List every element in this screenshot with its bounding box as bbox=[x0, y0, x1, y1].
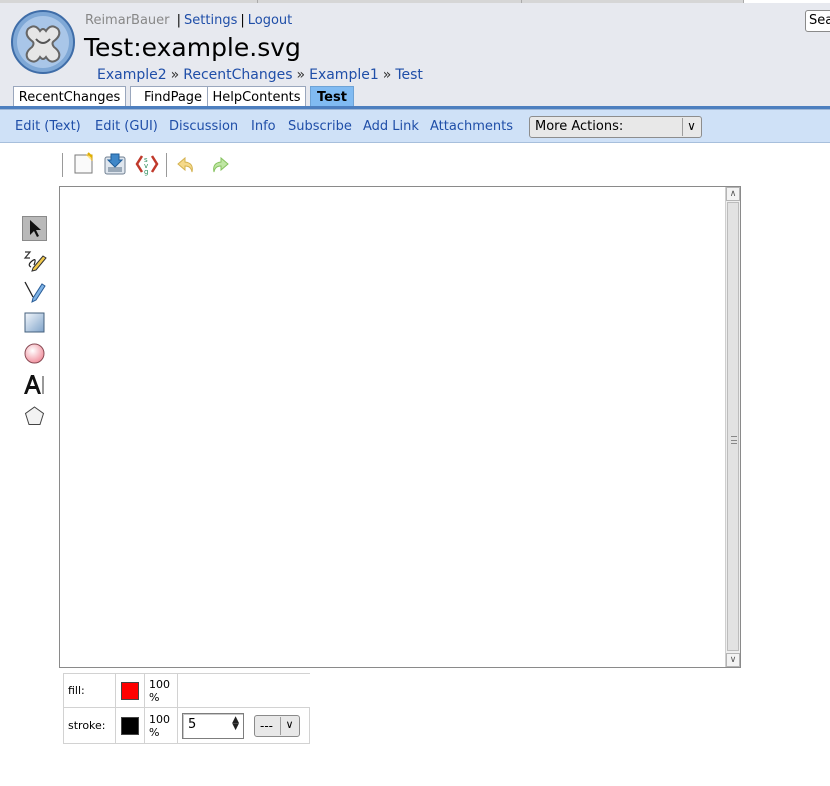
search-input[interactable]: Sea bbox=[805, 10, 830, 32]
chevron-down-icon: ∨ bbox=[280, 716, 298, 735]
scrollbar-grip-icon bbox=[731, 436, 737, 444]
fill-row: fill: 100 % bbox=[63, 673, 310, 708]
fill-empty-cell bbox=[177, 673, 310, 708]
username: ReimarBauer bbox=[85, 13, 170, 28]
stroke-width-value: 5 bbox=[188, 716, 197, 732]
stroke-options-cell: 5 ▲ ▼ --- ∨ bbox=[177, 707, 310, 744]
moin-logo-icon[interactable] bbox=[10, 9, 76, 75]
scroll-down-icon[interactable]: ∨ bbox=[726, 653, 740, 667]
breadcrumb-separator: » bbox=[296, 67, 306, 83]
user-bar-separator: | bbox=[240, 13, 245, 28]
edit-text-link[interactable]: Edit (Text) bbox=[15, 119, 81, 134]
settings-link[interactable]: Settings bbox=[184, 13, 237, 28]
breadcrumb-separator: » bbox=[382, 67, 392, 83]
add-link-link[interactable]: Add Link bbox=[363, 119, 419, 134]
spinner-arrows-icon[interactable]: ▲ ▼ bbox=[232, 715, 239, 731]
stroke-row: stroke: 100 % 5 ▲ ▼ --- ∨ bbox=[63, 707, 310, 744]
subscribe-link[interactable]: Subscribe bbox=[288, 119, 352, 134]
freehand-pencil-icon[interactable] bbox=[22, 247, 47, 272]
stroke-dash-value: --- bbox=[260, 718, 273, 733]
fill-color-swatch[interactable] bbox=[121, 681, 139, 700]
select-tool-icon[interactable] bbox=[22, 216, 47, 241]
new-image-icon[interactable] bbox=[71, 151, 97, 177]
toolbar-divider bbox=[166, 153, 167, 177]
breadcrumb-link[interactable]: Test bbox=[395, 67, 423, 83]
edit-gui-link[interactable]: Edit (GUI) bbox=[95, 119, 158, 134]
stroke-label: stroke: bbox=[63, 707, 116, 744]
polygon-tool-icon[interactable] bbox=[22, 404, 47, 429]
path-pen-icon[interactable] bbox=[22, 278, 47, 303]
ellipse-tool-icon[interactable] bbox=[22, 341, 47, 366]
stroke-dash-select[interactable]: --- ∨ bbox=[254, 714, 300, 737]
info-link[interactable]: Info bbox=[251, 119, 276, 134]
breadcrumb-link[interactable]: Example1 bbox=[309, 67, 379, 83]
fill-swatch-cell bbox=[115, 673, 145, 708]
save-icon[interactable] bbox=[102, 151, 128, 177]
style-palette: fill: 100 % stroke: 100 % 5 ▲ ▼ --- ∨ bbox=[63, 673, 310, 744]
breadcrumb-link[interactable]: RecentChanges bbox=[183, 67, 292, 83]
fill-label: fill: bbox=[63, 673, 116, 708]
page-title: Test:example.svg bbox=[84, 33, 301, 62]
stroke-color-swatch[interactable] bbox=[121, 716, 139, 735]
stroke-opacity[interactable]: 100 % bbox=[144, 707, 178, 744]
more-actions-select[interactable]: More Actions: ∨ bbox=[529, 116, 702, 138]
breadcrumb-link[interactable]: Example2 bbox=[97, 67, 167, 83]
stroke-width-stepper[interactable]: 5 ▲ ▼ bbox=[182, 712, 244, 739]
svg-drawing-canvas[interactable]: ∧ ∨ bbox=[59, 186, 741, 668]
redo-icon[interactable] bbox=[207, 151, 233, 177]
undo-icon[interactable] bbox=[173, 151, 199, 177]
vertical-scrollbar[interactable]: ∧ ∨ bbox=[725, 187, 740, 667]
discussion-link[interactable]: Discussion bbox=[169, 119, 238, 134]
user-bar-separator: | bbox=[176, 13, 182, 28]
scroll-up-icon[interactable]: ∧ bbox=[726, 187, 740, 201]
svg-source-icon[interactable]: s v g bbox=[134, 151, 160, 177]
stroke-swatch-cell bbox=[115, 707, 145, 744]
logout-link[interactable]: Logout bbox=[248, 13, 293, 28]
breadcrumb: Example2» RecentChanges» Example1» Test bbox=[97, 67, 423, 83]
more-actions-value: More Actions: bbox=[535, 119, 624, 134]
user-bar: ReimarBauer | Settings | Logout bbox=[85, 13, 292, 28]
scrollbar-thumb[interactable] bbox=[727, 202, 739, 651]
attachments-link[interactable]: Attachments bbox=[430, 119, 513, 134]
chevron-down-icon: ∨ bbox=[682, 118, 700, 136]
breadcrumb-separator: » bbox=[170, 67, 180, 83]
text-tool-icon[interactable] bbox=[22, 372, 47, 397]
fill-opacity[interactable]: 100 % bbox=[144, 673, 178, 708]
page-action-bar: Edit (Text) Edit (GUI) Discussion Info S… bbox=[0, 110, 830, 143]
toolbar-divider bbox=[62, 153, 63, 177]
page-header: ReimarBauer |Settings|Logout Sea Test:ex… bbox=[0, 3, 830, 110]
rectangle-tool-icon[interactable] bbox=[22, 310, 47, 335]
svg-text:g: g bbox=[144, 168, 148, 176]
